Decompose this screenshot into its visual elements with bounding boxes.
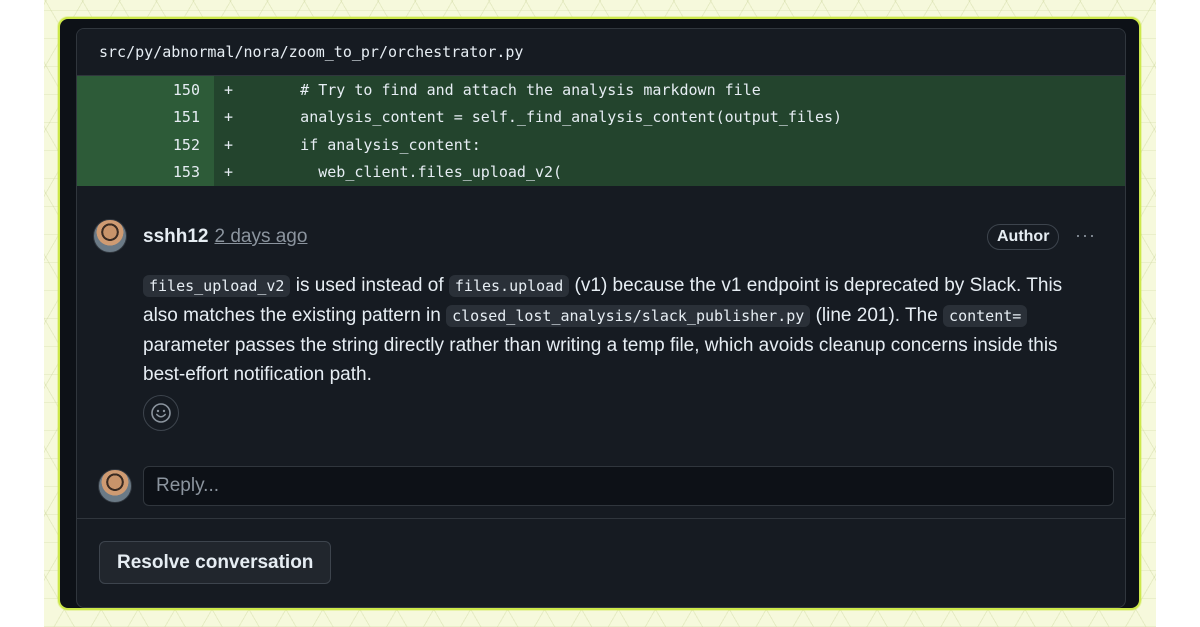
code-line: if analysis_content: bbox=[246, 135, 481, 154]
line-number[interactable]: 152 bbox=[77, 131, 214, 159]
comment-text: parameter passes the string directly rat… bbox=[143, 335, 1058, 385]
reply-input[interactable] bbox=[143, 466, 1114, 506]
author-avatar[interactable] bbox=[93, 219, 127, 253]
comment-body: files_upload_v2 is used instead of files… bbox=[143, 271, 1093, 389]
comment-header: sshh12 2 days ago bbox=[143, 226, 307, 248]
line-number[interactable]: 151 bbox=[77, 103, 214, 131]
inline-code: files.upload bbox=[448, 275, 570, 297]
resolve-conversation-button[interactable]: Resolve conversation bbox=[99, 541, 332, 584]
line-number[interactable]: 150 bbox=[77, 76, 214, 104]
add-reaction-button[interactable] bbox=[143, 395, 179, 431]
page-margin-left bbox=[0, 0, 44, 627]
diff-add-sign: + bbox=[224, 163, 234, 182]
more-options-icon[interactable]: ··· bbox=[1075, 225, 1096, 246]
reply-row bbox=[77, 455, 1125, 519]
timestamp-link[interactable]: 2 days ago bbox=[214, 226, 307, 248]
comment-text: is used instead of bbox=[290, 275, 449, 296]
code-line: web_client.files_upload_v2( bbox=[246, 163, 563, 182]
code-line: # Try to find and attach the analysis ma… bbox=[246, 80, 761, 99]
diff-line: 151 + analysis_content = self._find_anal… bbox=[77, 103, 1125, 131]
smiley-icon bbox=[151, 403, 171, 423]
author-name-link[interactable]: sshh12 bbox=[143, 226, 208, 248]
diff-hunk: 150 + # Try to find and attach the analy… bbox=[77, 76, 1125, 186]
diff-add-sign: + bbox=[224, 108, 234, 127]
page-margin-right bbox=[1156, 0, 1200, 627]
diff-line: 153 + web_client.files_upload_v2( bbox=[77, 158, 1125, 186]
inline-code: content= bbox=[943, 305, 1028, 327]
line-number[interactable]: 153 bbox=[77, 158, 214, 186]
inline-code: closed_lost_analysis/slack_publisher.py bbox=[446, 305, 811, 327]
diff-add-sign: + bbox=[224, 80, 234, 99]
diff-add-sign: + bbox=[224, 135, 234, 154]
file-path[interactable]: src/py/abnormal/nora/zoom_to_pr/orchestr… bbox=[77, 29, 1125, 76]
code-line: analysis_content = self._find_analysis_c… bbox=[246, 108, 843, 127]
diff-line: 152 + if analysis_content: bbox=[77, 131, 1125, 159]
inline-code: files_upload_v2 bbox=[143, 275, 291, 297]
diff-line: 150 + # Try to find and attach the analy… bbox=[77, 76, 1125, 104]
comment-text: (line 201). The bbox=[810, 305, 944, 326]
review-thread-card: src/py/abnormal/nora/zoom_to_pr/orchestr… bbox=[76, 28, 1126, 608]
author-badge: Author bbox=[987, 224, 1060, 250]
current-user-avatar bbox=[98, 469, 132, 503]
